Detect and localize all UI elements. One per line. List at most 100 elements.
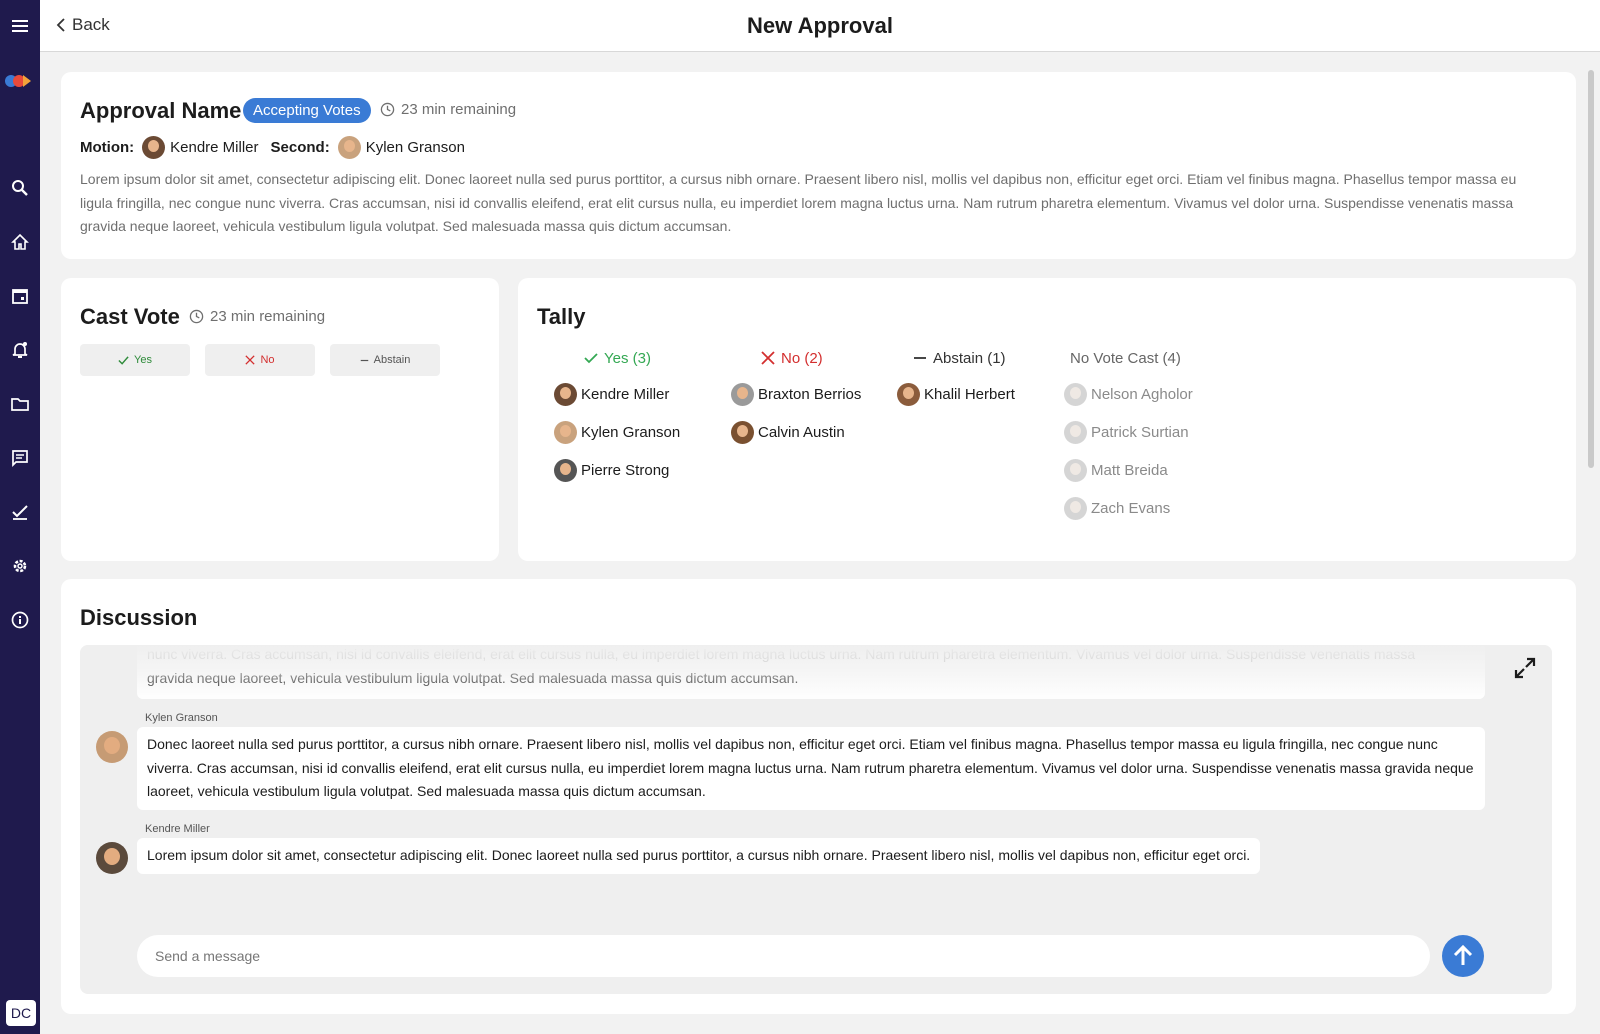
sidebar: DC [0, 0, 40, 1034]
discussion-card: Discussion nunc viverra. Cras accumsan, … [61, 579, 1576, 1014]
dash-icon [914, 357, 926, 359]
cast-vote-timer: 23 min remaining [189, 308, 325, 325]
list-item: Matt Breida [1064, 459, 1193, 482]
clock-icon [189, 309, 204, 324]
list-item: Calvin Austin [731, 421, 861, 444]
time-remaining: 23 min remaining [210, 308, 326, 325]
approval-timer: 23 min remaining [380, 101, 516, 118]
cast-vote-title: Cast Vote [80, 304, 180, 329]
expand-icon[interactable] [1514, 657, 1536, 679]
tally-no-column: No (2) Braxton Berrios Calvin Austin [731, 348, 861, 444]
info-icon[interactable] [8, 608, 32, 632]
avatar [554, 459, 577, 482]
menu-icon[interactable] [8, 14, 32, 38]
discussion-title: Discussion [80, 605, 198, 630]
tally-yes-column: Yes (3) Kendre Miller Kylen Granson Pier… [554, 348, 680, 482]
motion-row: Motion: Kendre Miller Second: Kylen Gran… [80, 136, 477, 159]
vote-no-button[interactable]: No [205, 344, 315, 376]
second-label: Second: [270, 139, 330, 156]
voter-name: Braxton Berrios [758, 386, 862, 403]
search-icon[interactable] [8, 176, 32, 200]
message-bubble: Lorem ipsum dolor sit amet, consectetur … [137, 838, 1261, 874]
folder-icon[interactable] [8, 392, 32, 416]
avatar [96, 731, 128, 763]
calendar-icon[interactable] [8, 284, 32, 308]
logo [4, 73, 36, 89]
checkmark-icon [584, 353, 598, 364]
bell-icon[interactable] [8, 338, 32, 362]
user-avatar[interactable]: DC [6, 1000, 36, 1026]
vote-abstain-label: Abstain [373, 354, 411, 366]
message-author: Kylen Granson [145, 712, 218, 724]
second-name: Kylen Granson [365, 139, 465, 156]
header: Back New Approval [40, 0, 1600, 52]
tally-yes-label: Yes (3) [604, 349, 651, 367]
tally-card: Tally Yes (3) Kendre Miller Kylen Granso… [518, 278, 1576, 561]
tally-no-vote-column: No Vote Cast (4) Nelson Agholor Patrick … [1064, 348, 1193, 520]
tally-abstain-column: Abstain (1) Khalil Herbert [897, 348, 1015, 406]
chat-icon[interactable] [8, 446, 32, 470]
gear-icon[interactable] [8, 554, 32, 578]
tally-abstain-header: Abstain (1) [897, 348, 1015, 368]
avatar [1064, 497, 1087, 520]
voter-name: Kendre Miller [581, 386, 670, 403]
list-item: Braxton Berrios [731, 383, 861, 406]
scrollbar[interactable] [1588, 70, 1594, 468]
vote-abstain-button[interactable]: Abstain [330, 344, 440, 376]
tally-no-label: No (2) [781, 349, 823, 367]
x-icon [761, 351, 775, 365]
send-button[interactable] [1442, 935, 1484, 977]
voter-name: Pierre Strong [581, 462, 670, 479]
message-text-line: gravida neque laoreet, vehicula vestibul… [147, 669, 799, 686]
tally-abstain-label: Abstain (1) [933, 349, 1006, 367]
message-bubble: Donec laoreet nulla sed purus porttitor,… [137, 727, 1485, 810]
voter-name: Zach Evans [1091, 500, 1171, 517]
vote-yes-button[interactable]: Yes [80, 344, 190, 376]
voter-name: Kylen Granson [581, 424, 681, 441]
list-item: Kendre Miller [554, 383, 680, 406]
voter-name: Matt Breida [1091, 462, 1168, 479]
clock-icon [380, 102, 395, 117]
message-author: Kendre Miller [145, 823, 210, 835]
voter-name: Calvin Austin [758, 424, 845, 441]
chat-panel[interactable]: nunc viverra. Cras accumsan, nisi id con… [80, 645, 1552, 994]
arrow-up-icon [1453, 944, 1473, 965]
check-icon[interactable] [8, 500, 32, 524]
tally-no-vote-label: No Vote Cast (4) [1070, 349, 1181, 367]
home-icon[interactable] [8, 230, 32, 254]
dash-icon [360, 359, 368, 361]
vote-yes-label: Yes [134, 354, 152, 366]
approval-description: Lorem ipsum dolor sit amet, consectetur … [80, 171, 1517, 234]
status-badge: Accepting Votes [243, 98, 371, 123]
message-bubble: nunc viverra. Cras accumsan, nisi id con… [137, 645, 1485, 699]
message-text-line: nunc viverra. Cras accumsan, nisi id con… [147, 646, 1416, 662]
vote-no-label: No [260, 354, 275, 366]
tally-title: Tally [537, 304, 586, 329]
checkmark-icon [118, 355, 129, 365]
tally-yes-header: Yes (3) [554, 348, 680, 368]
avatar [337, 136, 361, 159]
avatar [731, 421, 754, 444]
voter-name: Nelson Agholor [1091, 386, 1193, 403]
motion-label: Motion: [80, 139, 135, 156]
message-input[interactable] [137, 935, 1430, 977]
avatar [1064, 459, 1087, 482]
list-item: Patrick Surtian [1064, 421, 1193, 444]
avatar [1064, 383, 1087, 406]
avatar [731, 383, 754, 406]
avatar [897, 383, 920, 406]
tally-no-header: No (2) [731, 348, 861, 368]
voter-name: Khalil Herbert [924, 386, 1015, 403]
list-item: Kylen Granson [554, 421, 680, 444]
cast-vote-card: Cast Vote 23 min remaining Yes No Abstai… [61, 278, 499, 561]
x-icon [245, 355, 256, 365]
list-item: Pierre Strong [554, 459, 680, 482]
page-title: New Approval [747, 13, 893, 38]
voter-name: Patrick Surtian [1091, 424, 1189, 441]
avatar [554, 421, 577, 444]
tally-no-vote-header: No Vote Cast (4) [1064, 348, 1193, 368]
motion-name: Kendre Miller [170, 139, 259, 156]
list-item: Nelson Agholor [1064, 383, 1193, 406]
list-item: Khalil Herbert [897, 383, 1015, 406]
avatar [142, 136, 166, 159]
